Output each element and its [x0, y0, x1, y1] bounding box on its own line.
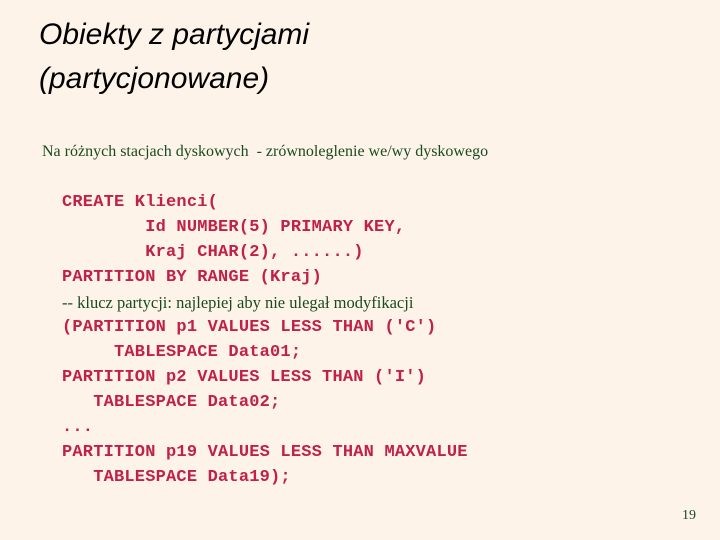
code-line: PARTITION BY RANGE (Kraj): [62, 268, 323, 287]
sql-code-block: CREATE Klienci( Id NUMBER(5) PRIMARY KEY…: [62, 190, 682, 490]
code-line: PARTITION p19 VALUES LESS THAN MAXVALUE: [62, 443, 468, 462]
code-line: ...: [62, 418, 94, 437]
slide-canvas: Obiekty z partycjami (partycjonowane) Na…: [0, 0, 720, 540]
code-line: PARTITION p2 VALUES LESS THAN ('I'): [62, 368, 427, 387]
code-line: (PARTITION p1 VALUES LESS THAN ('C'): [62, 318, 437, 337]
page-title: Obiekty z partycjami (partycjonowane): [39, 13, 679, 101]
page-title-line-1: Obiekty z partycjami: [39, 18, 310, 51]
page-title-line-2: (partycjonowane): [39, 62, 270, 95]
code-line: Id NUMBER(5) PRIMARY KEY,: [62, 218, 406, 237]
code-line: TABLESPACE Data01;: [62, 343, 302, 362]
subtitle-text: Na różnych stacjach dyskowych - zrównole…: [42, 143, 489, 160]
code-line: Kraj CHAR(2), ......): [62, 243, 364, 262]
page-number: 19: [682, 508, 696, 523]
code-line: TABLESPACE Data19);: [62, 468, 291, 487]
code-line: TABLESPACE Data02;: [62, 393, 281, 412]
code-comment-line: -- klucz partycji: najlepiej aby nie ule…: [62, 293, 414, 312]
code-line: CREATE Klienci(: [62, 193, 219, 212]
